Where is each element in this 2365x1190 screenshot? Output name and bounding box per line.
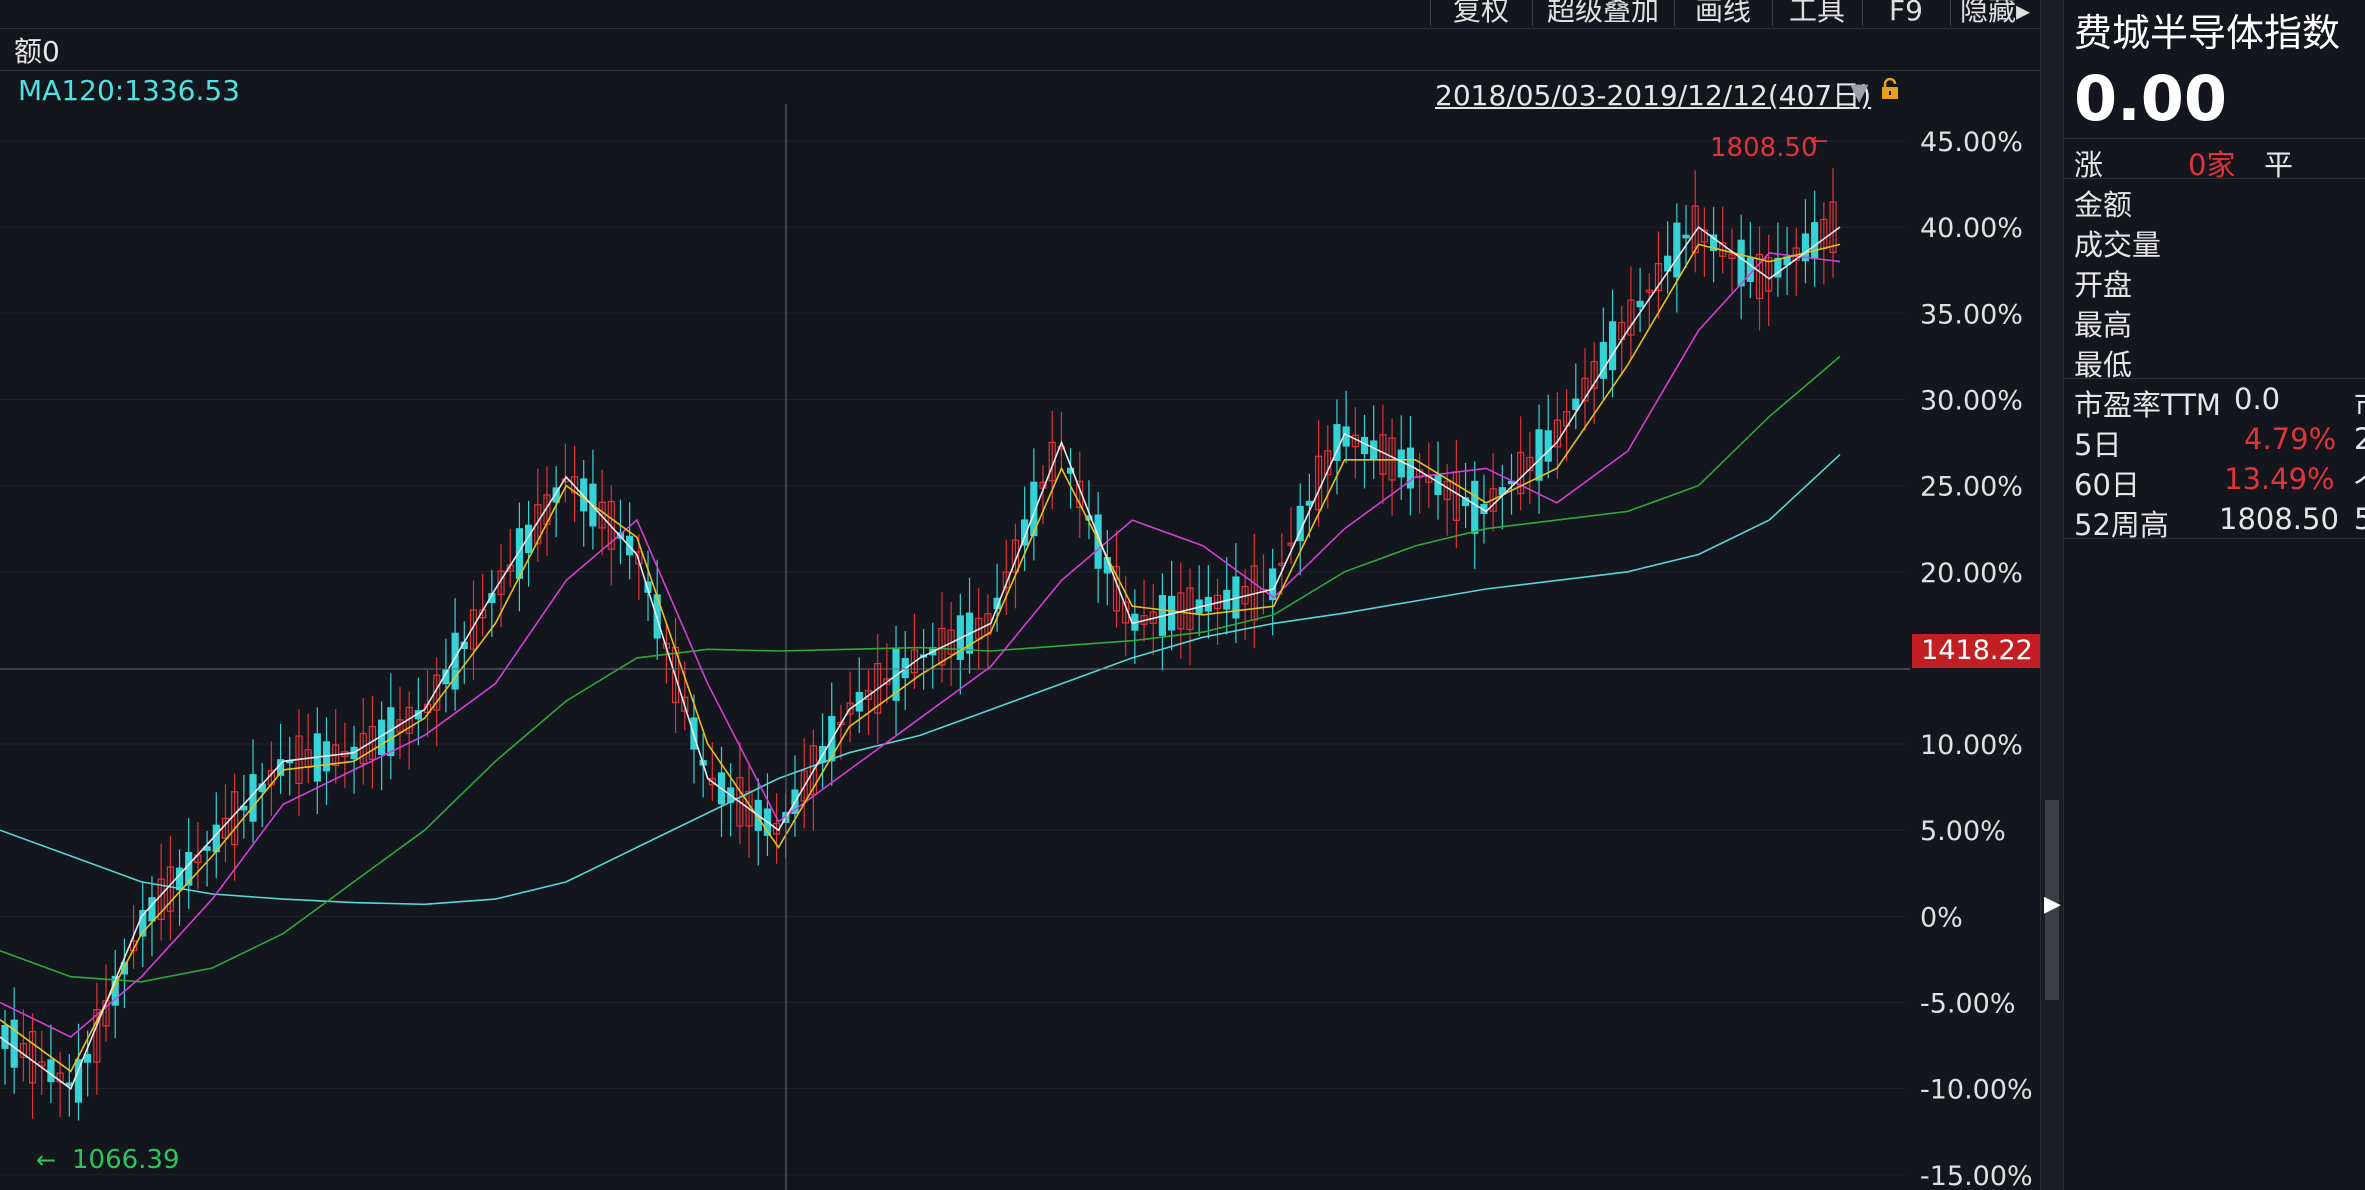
candle[interactable] <box>47 1059 55 1083</box>
index-value: 0.00 <box>2074 62 2227 135</box>
candle[interactable] <box>1 1024 9 1049</box>
high-label: 最高 <box>2074 308 2133 342</box>
y-tick-label: 0% <box>1920 902 1963 933</box>
panel-scrollbar[interactable] <box>2040 0 2064 1190</box>
candle[interactable] <box>249 774 257 822</box>
candle[interactable] <box>1608 321 1617 371</box>
y-tick-label: 40.00% <box>1920 213 2023 244</box>
y-tick-label: 20.00% <box>1920 558 2023 589</box>
candle[interactable] <box>1544 430 1552 462</box>
ma-line-ma20 <box>0 252 1841 1038</box>
week52-high-value: 1808.50 <box>2219 502 2339 536</box>
volume-label: 成交量 <box>2074 228 2162 262</box>
return-60d-label: 60日 <box>2074 468 2140 502</box>
expand-panel-arrow-icon[interactable]: ▶ <box>2044 892 2061 917</box>
candle[interactable] <box>1535 429 1543 481</box>
candle[interactable] <box>1746 257 1754 282</box>
y-tick-label: 5.00% <box>1920 816 2006 847</box>
high-marker: 1808.50 <box>1710 133 1818 163</box>
y-tick-label: 45.00% <box>1920 127 2023 158</box>
plot-grid <box>0 140 1905 1176</box>
kline-chart-area[interactable]: 复权 超级叠加 画线 工具 F9 隐藏▸ 额0 MA120:1336.53 20… <box>0 0 2042 1190</box>
panel-divider <box>2064 178 2365 179</box>
candle[interactable] <box>1434 474 1442 495</box>
candle[interactable] <box>65 1082 73 1086</box>
ma-line-ma120 <box>0 454 1841 906</box>
panel-divider <box>2064 538 2365 539</box>
candle[interactable] <box>84 1053 92 1063</box>
moving-average-lines <box>0 225 1841 1090</box>
candle[interactable] <box>1737 239 1745 287</box>
y-tick-label: 35.00% <box>1920 299 2023 330</box>
return-5d-label: 5日 <box>2074 428 2122 462</box>
y-tick-label: 10.00% <box>1920 730 2023 761</box>
candle[interactable] <box>1397 449 1405 478</box>
candle[interactable] <box>1636 300 1644 308</box>
high-marker-arrow-icon: ← <box>1810 129 1828 154</box>
current-price-tag: 1418.22 <box>1912 634 2042 668</box>
candle[interactable] <box>1370 440 1378 460</box>
amount-label: 金额 <box>2074 188 2133 222</box>
pe-ttm-label: 市盈率TTM <box>2074 388 2221 422</box>
return-60d-extra: 个 <box>2354 462 2365 504</box>
y-tick-label: -10.00% <box>1920 1075 2033 1106</box>
ma-line-ma5 <box>0 225 1841 1090</box>
return-5d-extra: 2 <box>2354 422 2365 456</box>
panel-divider <box>2064 378 2365 379</box>
candlesticks[interactable] <box>1 168 1837 1121</box>
y-tick-label: -15.00% <box>1920 1161 2033 1190</box>
candle[interactable] <box>1673 222 1681 278</box>
low-marker-arrow-icon: ← <box>36 1146 56 1174</box>
panel-divider <box>2064 138 2365 139</box>
return-5d-value: 4.79% <box>2244 422 2337 456</box>
week52-high-extra: 5 <box>2354 502 2365 536</box>
open-label: 开盘 <box>2074 268 2133 302</box>
candle[interactable] <box>1811 222 1819 260</box>
candle[interactable] <box>1682 234 1690 239</box>
quote-panel: 费城半导体指数 0.00 涨 0家 平 金额 成交量 开盘 最高 最低 市盈率T… <box>2064 0 2365 1190</box>
candle[interactable] <box>10 1019 18 1068</box>
pe-ttm-value: 0.0 <box>2234 382 2281 416</box>
candle[interactable] <box>148 897 156 922</box>
pe-ttm-extra: 市 <box>2354 382 2365 424</box>
return-60d-value: 13.49% <box>2224 462 2335 496</box>
y-tick-label: 30.00% <box>1920 385 2023 416</box>
y-tick-label: -5.00% <box>1920 989 2016 1020</box>
index-name: 费城半导体指数 <box>2074 11 2341 55</box>
y-tick-label: 25.00% <box>1920 472 2023 503</box>
price-plot[interactable]: 45.00% 40.00% 35.00% 30.00% 25.00% 20.00% 10.0… <box>0 0 2040 1190</box>
low-marker: 1066.39 <box>72 1145 180 1175</box>
candle[interactable] <box>1471 480 1479 534</box>
